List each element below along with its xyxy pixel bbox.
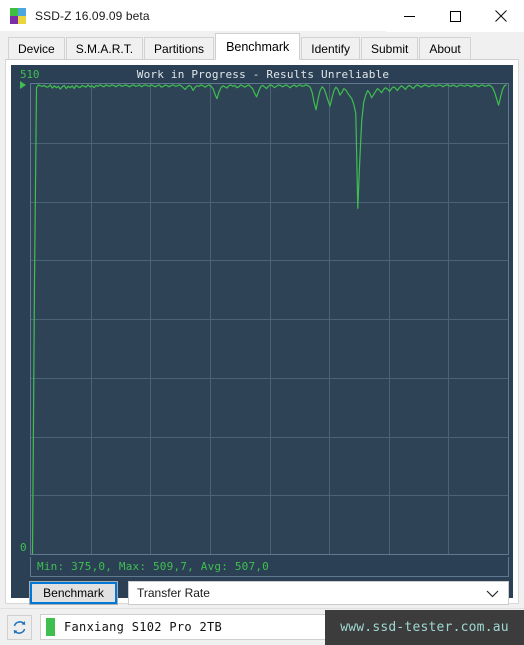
tab-label: S.M.A.R.T.: [75, 42, 134, 56]
tab-partitions[interactable]: Partitions: [144, 37, 215, 60]
run-benchmark-label: Benchmark: [43, 586, 104, 600]
tab-label: Device: [18, 42, 55, 56]
chevron-down-icon[interactable]: [486, 582, 499, 606]
tab-label: Partitions: [154, 42, 205, 56]
tab-about[interactable]: About: [419, 37, 471, 60]
y-axis-max-label: 510: [20, 68, 40, 81]
tab-label: Identify: [311, 42, 350, 56]
transfer-rate-line-chart: [31, 84, 508, 554]
chart-banner: Work in Progress - Results Unreliable: [136, 68, 390, 81]
maximize-button[interactable]: [432, 0, 478, 32]
benchmark-panel: Work in Progress - Results Unreliable 51…: [5, 59, 519, 605]
device-status-indicator: [46, 618, 55, 636]
chart-stats-line: Min: 375,0, Max: 509,7, Avg: 507,0: [30, 557, 509, 577]
tab-identify[interactable]: Identify: [301, 37, 360, 60]
run-benchmark-button[interactable]: Benchmark: [29, 581, 118, 605]
benchmark-mode-select[interactable]: Transfer Rate: [128, 581, 509, 605]
tab-benchmark[interactable]: Benchmark: [215, 33, 301, 60]
minimize-icon: [403, 15, 415, 17]
close-icon: [495, 10, 507, 22]
close-button[interactable]: [478, 0, 524, 32]
ssdz-logo-icon: [10, 7, 26, 24]
benchmark-mode-value: Transfer Rate: [137, 586, 210, 600]
tab-label: About: [429, 42, 461, 56]
refresh-button[interactable]: [7, 614, 32, 640]
refresh-icon: [13, 620, 26, 634]
window-buttons: [386, 0, 524, 32]
benchmark-chart: Work in Progress - Results Unreliable 51…: [11, 65, 515, 600]
minimize-button[interactable]: [386, 0, 432, 32]
tab-smart[interactable]: S.M.A.R.T.: [65, 37, 144, 60]
benchmark-controls: Benchmark Transfer Rate: [29, 581, 509, 605]
title-bar: SSD-Z 16.09.09 beta: [0, 0, 524, 32]
device-name-label: Fanxiang S102 Pro 2TB: [64, 620, 223, 634]
y-axis-min-label: 0: [20, 541, 27, 554]
window-title: SSD-Z 16.09.09 beta: [35, 8, 150, 23]
application-window: SSD-Z 16.09.09 beta Device S.M.A.R.T. Pa…: [0, 0, 524, 645]
tab-strip: Device S.M.A.R.T. Partitions Benchmark I…: [0, 32, 524, 60]
plot-area: [30, 83, 509, 555]
site-watermark: www.ssd-tester.com.au: [325, 610, 524, 645]
benchmark-panel-inner: Work in Progress - Results Unreliable 51…: [11, 65, 515, 605]
play-marker-icon: [20, 81, 26, 89]
maximize-icon: [449, 10, 461, 22]
tab-label: Benchmark: [226, 39, 290, 54]
tab-submit[interactable]: Submit: [361, 37, 419, 60]
tab-label: Submit: [371, 42, 409, 56]
tab-device[interactable]: Device: [8, 37, 65, 60]
